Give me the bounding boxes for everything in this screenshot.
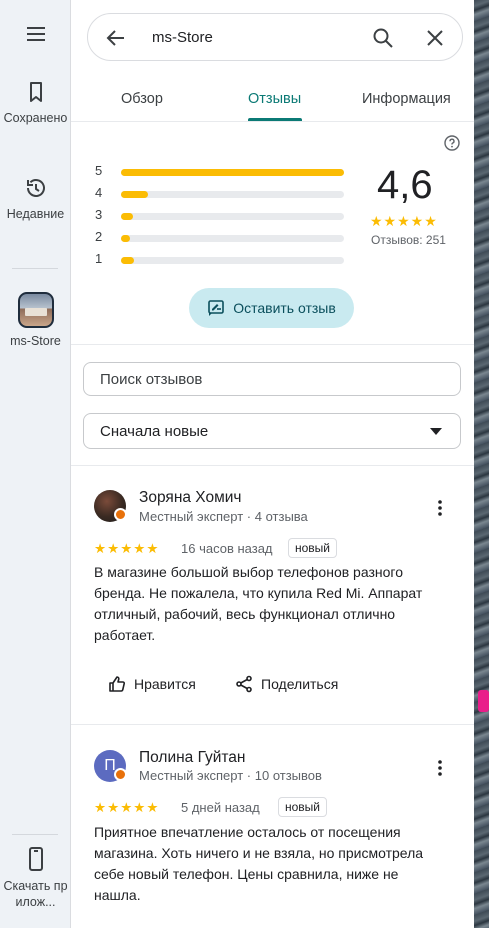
review-text: Приятное впечатление осталось от посещен… [94, 824, 424, 903]
sort-select[interactable]: Сначала новые [83, 413, 461, 449]
rating-bar-track [121, 169, 344, 176]
more-options-icon[interactable] [432, 498, 448, 518]
new-badge: новый [288, 538, 338, 558]
rate-review-icon [208, 300, 225, 316]
rating-bar-fill [121, 235, 130, 242]
like-label: Нравится [134, 676, 196, 692]
share-button[interactable]: Поделиться [235, 675, 338, 693]
download-label: Скачать прилож... [3, 879, 68, 909]
thumb-up-icon [109, 676, 126, 692]
phone-icon [28, 847, 43, 871]
divider [71, 344, 474, 345]
rating-bar-label: 2 [95, 229, 103, 244]
rating-value: 4,6 [377, 163, 433, 207]
search-box[interactable]: ms-Store [87, 13, 463, 61]
rail-divider [12, 268, 58, 269]
reviewer-meta[interactable]: Местный эксперт · 10 отзывов [139, 768, 322, 783]
search-query[interactable]: ms-Store [152, 29, 213, 46]
review-time: 5 дней назад [181, 800, 260, 815]
history-icon [26, 179, 45, 197]
write-review-button[interactable]: Оставить отзыв [189, 288, 354, 328]
more-options-icon[interactable] [432, 758, 448, 778]
menu-icon [26, 27, 45, 41]
map-view[interactable] [474, 0, 489, 928]
menu-button[interactable] [0, 22, 71, 46]
rating-bar-label: 5 [95, 163, 103, 178]
local-guide-badge-icon [114, 508, 127, 521]
share-label: Поделиться [261, 676, 339, 692]
rating-bar-fill [121, 257, 135, 264]
reviewer-name[interactable]: Полина Гуйтан [139, 749, 245, 767]
saved-label: Сохранено [3, 111, 68, 125]
review-stars: ★★★★★ [94, 541, 160, 556]
tab-overview[interactable]: Обзор [121, 91, 163, 107]
rating-bar-label: 1 [95, 251, 103, 266]
download-app-button[interactable]: Скачать прилож... [0, 846, 71, 910]
place-panel: ms-Store Обзор Отзывы Информация 5 4 3 2 1 4… [71, 0, 474, 928]
new-badge: новый [278, 797, 328, 817]
rating-stars: ★★★★★ [370, 213, 438, 229]
rating-bar-row[interactable]: 3 [95, 204, 345, 226]
tab-info[interactable]: Информация [362, 91, 451, 107]
map-pin-icon[interactable] [478, 690, 489, 712]
rating-bar-label: 3 [95, 207, 103, 222]
rating-bar-row[interactable]: 4 [95, 182, 345, 204]
tab-bar: Обзор Отзывы Информация [71, 76, 474, 122]
review-count[interactable]: Отзывов: 251 [371, 233, 446, 247]
like-button[interactable]: Нравится [108, 675, 196, 693]
review-stars: ★★★★★ [94, 800, 160, 815]
dropdown-caret-icon [430, 428, 442, 435]
local-guide-badge-icon [114, 768, 127, 781]
bookmark-icon [29, 82, 42, 102]
active-tab-indicator [248, 118, 302, 121]
review-search-placeholder: Поиск отзывов [100, 371, 203, 388]
write-review-label: Оставить отзыв [233, 300, 336, 316]
back-arrow-icon[interactable] [104, 26, 128, 50]
rating-bar-row[interactable]: 1 [95, 248, 345, 270]
rating-bar-row[interactable]: 2 [95, 226, 345, 248]
rating-bar-fill [121, 169, 344, 176]
rating-bar-row[interactable]: 5 [95, 160, 345, 182]
place-button[interactable]: ms-Store [0, 292, 71, 349]
rating-bar-track [121, 191, 344, 198]
side-rail: Сохранено Недавние ms-Store Скачать прил… [0, 0, 71, 928]
review-search-input[interactable]: Поиск отзывов [83, 362, 461, 396]
reviewer-name[interactable]: Зоряна Хомич [139, 489, 241, 507]
share-icon [236, 675, 252, 693]
recent-label: Недавние [6, 207, 65, 221]
rating-bar-fill [121, 191, 148, 198]
rating-bar-label: 4 [95, 185, 103, 200]
saved-button[interactable]: Сохранено [0, 80, 71, 126]
search-icon[interactable] [371, 26, 395, 50]
tab-reviews[interactable]: Отзывы [248, 91, 301, 107]
place-thumbnail [17, 292, 54, 328]
rating-bar-track [121, 235, 344, 242]
help-icon[interactable] [444, 135, 460, 151]
place-label: ms-Store [10, 334, 61, 348]
sort-value: Сначала новые [100, 423, 209, 440]
close-icon[interactable] [423, 26, 447, 50]
rating-bar-track [121, 213, 344, 220]
rating-bar-fill [121, 213, 134, 220]
review-text: В магазине большой выбор телефонов разно… [94, 564, 423, 643]
review-time: 16 часов назад [181, 541, 273, 556]
review-item: П Полина Гуйтан Местный эксперт · 10 отз… [71, 725, 474, 928]
rail-divider-bottom [12, 834, 58, 835]
reviewer-meta[interactable]: Местный эксперт · 4 отзыва [139, 509, 308, 524]
review-item: Зоряна Хомич Местный эксперт · 4 отзыва … [71, 466, 474, 724]
recent-button[interactable]: Недавние [0, 176, 71, 222]
rating-bar-track [121, 257, 344, 264]
